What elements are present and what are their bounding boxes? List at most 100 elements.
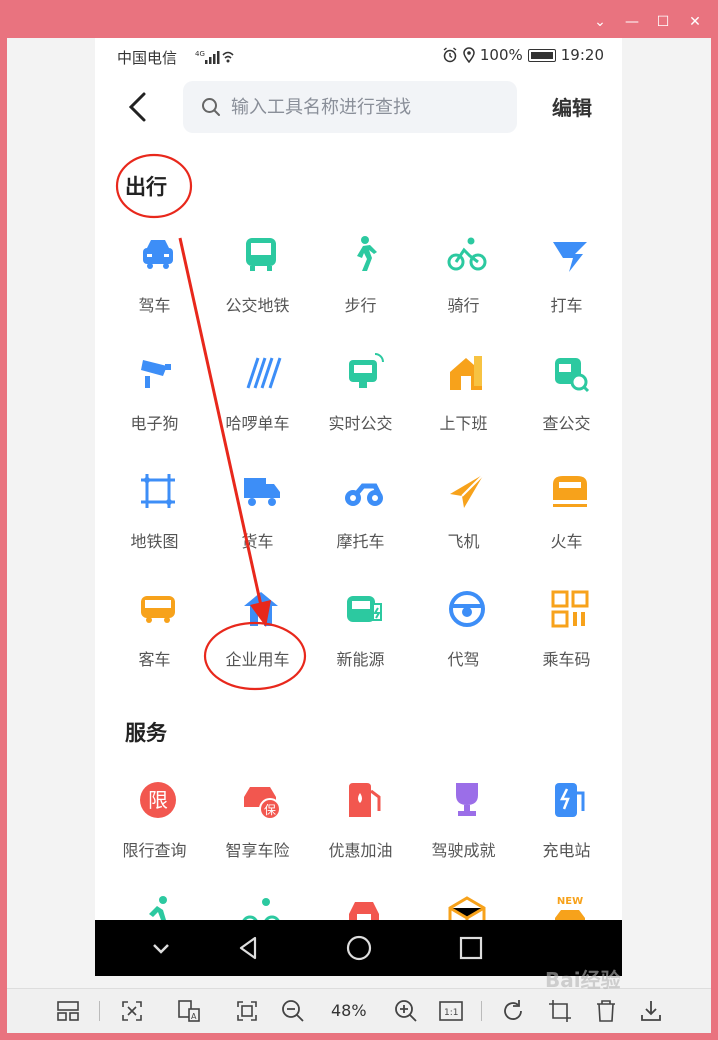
search-icon (202, 98, 220, 116)
android-nav-bar (95, 920, 622, 976)
tool-item[interactable]: 查公交 (515, 352, 618, 452)
bus-search-icon (549, 352, 591, 394)
zoom-out-icon[interactable] (279, 997, 307, 1025)
tool-label: 上下班 (439, 414, 488, 433)
tool-label: 代驾 (447, 650, 480, 669)
trophy-icon (446, 779, 488, 821)
edit-button[interactable]: 编辑 (552, 92, 592, 121)
status-bar: 中国电信 4G 100% 19:20 (95, 38, 622, 74)
tool-label: 优惠加油 (328, 841, 393, 860)
bike-icon (446, 234, 488, 276)
battery-percent: 100% (479, 46, 523, 64)
actual-size-icon[interactable] (233, 997, 261, 1025)
charging-icon (549, 779, 591, 821)
crop-icon[interactable] (546, 997, 574, 1025)
plane-icon (446, 470, 488, 512)
thumbnail-view-icon[interactable] (54, 997, 82, 1025)
tool-item[interactable]: 优惠加油 (309, 779, 412, 879)
tool-label: 限行查询 (122, 841, 187, 860)
chevron-down-icon[interactable]: ⌄ (589, 12, 611, 32)
tool-item[interactable]: 保智享车险 (206, 779, 309, 879)
car-icon (137, 234, 179, 276)
train-icon (549, 470, 591, 512)
steering-wheel-icon (446, 588, 488, 630)
motorcycle-icon (343, 470, 385, 512)
tool-label: 公交地铁 (225, 296, 290, 315)
tool-label: 飞机 (447, 532, 480, 551)
one-to-one-icon[interactable]: 1:1 (437, 997, 465, 1025)
svg-text:1:1: 1:1 (444, 1008, 458, 1018)
tool-item[interactable]: 电子狗 (103, 352, 206, 452)
realtime-bus-icon (343, 352, 385, 394)
coach-icon (137, 588, 179, 630)
signal-icon: 4G (195, 50, 234, 64)
nav-recents-icon[interactable] (455, 932, 487, 964)
section-title-service: 服务 (125, 721, 167, 745)
search-input[interactable] (231, 96, 501, 118)
tool-item[interactable]: 火车 (515, 470, 618, 570)
viewer-toolbar: A 48% 1:1 (7, 988, 711, 1033)
tool-item[interactable]: 哈啰单车 (206, 352, 309, 452)
phone-screenshot: 中国电信 4G 100% 19:20 输入工具名称进行查找 编辑 出行 驾车 公… (95, 38, 622, 976)
svg-text:保: 保 (264, 803, 276, 817)
nav-home-icon[interactable] (343, 932, 375, 964)
chevron-down-icon[interactable] (145, 932, 177, 964)
maximize-button[interactable]: ☐ (652, 12, 674, 32)
clock-time: 19:20 (560, 46, 604, 64)
search-box[interactable] (183, 81, 517, 133)
tool-item[interactable]: 充电站 (515, 779, 618, 879)
tool-item[interactable]: 打车 (515, 234, 618, 334)
delete-icon[interactable] (592, 997, 620, 1025)
tool-item[interactable]: 新能源 (309, 588, 412, 688)
tool-item[interactable]: 骑行 (412, 234, 515, 334)
tool-item[interactable]: 乘车码 (515, 588, 618, 688)
tool-item[interactable]: 摩托车 (309, 470, 412, 570)
ocr-icon[interactable]: A (175, 997, 203, 1025)
tool-label: 打车 (550, 296, 583, 315)
tool-item[interactable]: 驾车 (103, 234, 206, 334)
svg-text:NEW: NEW (557, 896, 583, 907)
tool-item[interactable]: 上下班 (412, 352, 515, 452)
fuel-icon (343, 779, 385, 821)
watermark-logo: Bai经验 (545, 968, 621, 992)
tool-label: 地铁图 (130, 532, 179, 551)
close-button[interactable]: ✕ (684, 12, 706, 32)
tool-item[interactable]: 企业用车 (206, 588, 309, 688)
tool-label: 智享车险 (225, 841, 290, 860)
tool-label: 实时公交 (328, 414, 393, 433)
tool-item[interactable]: 实时公交 (309, 352, 412, 452)
tool-item[interactable]: 客车 (103, 588, 206, 688)
restriction-icon: 限 (137, 779, 179, 821)
save-icon[interactable] (637, 997, 665, 1025)
tool-label: 查公交 (542, 414, 591, 433)
minimize-button[interactable]: — (621, 12, 643, 32)
insurance-icon: 保 (240, 779, 282, 821)
tool-item[interactable]: 地铁图 (103, 470, 206, 570)
tool-item[interactable]: 驾驶成就 (412, 779, 515, 879)
back-arrow-icon[interactable] (123, 90, 153, 124)
tool-label: 电子狗 (130, 414, 179, 433)
rotate-icon[interactable] (499, 997, 527, 1025)
bus-icon (240, 234, 282, 276)
fit-icon[interactable] (118, 997, 146, 1025)
zoom-in-icon[interactable] (392, 997, 420, 1025)
section-title-travel: 出行 (125, 175, 167, 199)
image-canvas: 中国电信 4G 100% 19:20 输入工具名称进行查找 编辑 出行 驾车 公… (7, 38, 711, 988)
nav-back-icon[interactable] (233, 932, 265, 964)
viewer-window: ⌄ — ☐ ✕ 中国电信 4G 100% 19:20 输入工具名称进行查找 编辑… (7, 6, 711, 1033)
tool-item[interactable]: 飞机 (412, 470, 515, 570)
tool-item[interactable]: 公交地铁 (206, 234, 309, 334)
tool-label: 货车 (241, 532, 274, 551)
tool-item[interactable]: 代驾 (412, 588, 515, 688)
battery-icon (527, 48, 556, 62)
tool-item[interactable]: 限限行查询 (103, 779, 206, 879)
svg-text:A: A (191, 1012, 197, 1021)
tool-label: 驾驶成就 (431, 841, 496, 860)
tool-item[interactable]: 步行 (309, 234, 412, 334)
walk-icon (343, 234, 385, 276)
tool-label: 骑行 (447, 296, 480, 315)
enterprise-car-icon (240, 588, 282, 630)
tool-item[interactable]: 货车 (206, 470, 309, 570)
tool-label: 摩托车 (336, 532, 385, 551)
network-type: 4G (195, 50, 205, 58)
